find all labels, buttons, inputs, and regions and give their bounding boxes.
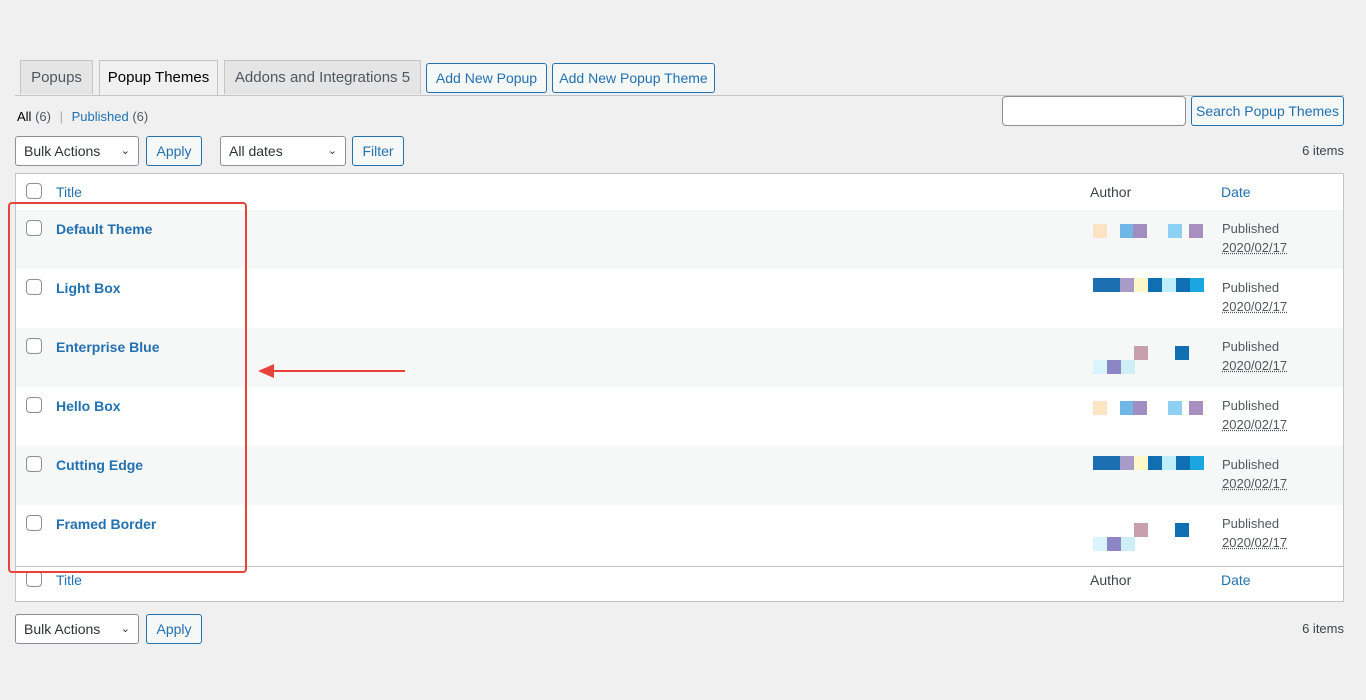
view-published-link[interactable]: Published xyxy=(72,109,129,124)
add-new-popup-theme-button[interactable]: Add New Popup Theme xyxy=(552,63,715,93)
chevron-down-icon: ⌄ xyxy=(120,623,130,635)
items-count-bottom: 6 items xyxy=(1302,621,1344,636)
apply-button-bottom[interactable]: Apply xyxy=(146,614,202,644)
row-date: 2020/02/17 xyxy=(1222,358,1288,373)
row-date: 2020/02/17 xyxy=(1222,535,1288,550)
date-filter-select[interactable]: All dates ⌄ xyxy=(220,136,346,166)
author-avatar-blurred xyxy=(1079,328,1219,387)
chevron-down-icon: ⌄ xyxy=(327,145,337,157)
search-popup-themes-button[interactable]: Search Popup Themes xyxy=(1191,96,1344,126)
row-status: Published xyxy=(1222,516,1280,531)
chevron-down-icon: ⌄ xyxy=(120,145,130,157)
author-avatar-blurred xyxy=(1079,446,1219,505)
add-new-popup-button[interactable]: Add New Popup xyxy=(426,63,547,93)
bulk-actions-value: Bulk Actions xyxy=(24,143,101,159)
author-avatar-blurred xyxy=(1079,387,1219,446)
apply-button[interactable]: Apply xyxy=(146,136,202,166)
view-all-label[interactable]: All xyxy=(17,109,31,124)
status-views: All (6) | Published (6) xyxy=(17,109,148,124)
author-avatar-blurred xyxy=(1079,505,1219,564)
tab-popup-themes[interactable]: Popup Themes xyxy=(99,60,218,96)
row-status: Published xyxy=(1222,457,1280,472)
select-all-checkbox-footer[interactable] xyxy=(26,571,42,587)
tab-popups[interactable]: Popups xyxy=(20,60,93,94)
items-count-top: 6 items xyxy=(1302,143,1344,158)
bulk-actions-select-bottom[interactable]: Bulk Actions ⌄ xyxy=(15,614,139,644)
row-date: 2020/02/17 xyxy=(1222,476,1288,491)
view-separator: | xyxy=(59,109,63,124)
column-title-sort[interactable]: Title xyxy=(56,184,82,200)
search-input[interactable] xyxy=(1002,96,1186,126)
select-all-checkbox[interactable] xyxy=(26,183,42,199)
row-status: Published xyxy=(1222,280,1280,295)
column-author-footer: Author xyxy=(1090,572,1132,588)
view-published-count: (6) xyxy=(132,109,149,124)
bulk-actions-value-bottom: Bulk Actions xyxy=(24,621,101,637)
column-title-sort-footer[interactable]: Title xyxy=(56,572,82,588)
tab-addons-integrations[interactable]: Addons and Integrations 5 xyxy=(224,60,421,94)
author-avatar-blurred xyxy=(1079,210,1219,269)
row-date: 2020/02/17 xyxy=(1222,240,1288,255)
bulk-actions-select[interactable]: Bulk Actions ⌄ xyxy=(15,136,139,166)
author-avatar-blurred xyxy=(1079,269,1219,328)
row-status: Published xyxy=(1222,221,1280,236)
column-date-sort[interactable]: Date xyxy=(1221,184,1251,200)
arrow-left-icon xyxy=(258,364,405,378)
view-all-count: (6) xyxy=(35,109,51,124)
highlight-box xyxy=(8,202,247,573)
row-status: Published xyxy=(1222,398,1280,413)
filter-button[interactable]: Filter xyxy=(352,136,404,166)
column-date-sort-footer[interactable]: Date xyxy=(1221,572,1251,588)
row-date: 2020/02/17 xyxy=(1222,417,1288,432)
date-filter-value: All dates xyxy=(229,143,283,159)
column-author: Author xyxy=(1090,184,1132,200)
row-date: 2020/02/17 xyxy=(1222,299,1288,314)
row-status: Published xyxy=(1222,339,1280,354)
